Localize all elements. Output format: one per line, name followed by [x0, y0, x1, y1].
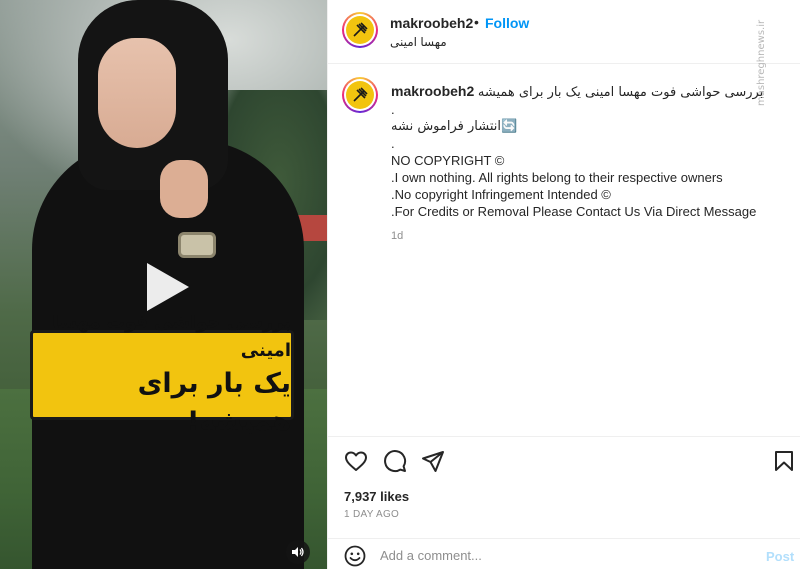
video-caption-banner: بررسی حواشی فوت مهسا امینی یک بار برای ه… — [30, 312, 294, 437]
comment-icon — [384, 450, 407, 473]
fork-logo-icon — [353, 87, 368, 102]
post-panel: makroobeh2 • Follow مهسا امینی mashreghn… — [327, 0, 800, 569]
header-location[interactable]: مهسا امینی — [390, 35, 447, 49]
comment-button[interactable] — [383, 449, 407, 473]
caption-line-dot2: . — [391, 136, 395, 151]
caption-line-share: انتشار فراموش نشه🔄 — [391, 119, 518, 134]
likes-count[interactable]: 7,937 likes — [344, 489, 409, 504]
video-caption-line2: یک بار برای همیشه! — [137, 368, 291, 437]
follow-button[interactable]: Follow — [485, 15, 529, 31]
fork-logo-icon — [353, 22, 368, 37]
caption-line-credits: .For Credits or Removal Please Contact U… — [391, 204, 757, 219]
save-button[interactable] — [772, 449, 796, 473]
header-username[interactable]: makroobeh2 — [390, 15, 473, 31]
comment-input[interactable] — [380, 544, 740, 566]
post-actions: 7,937 likes 1 DAY AGO — [328, 436, 800, 554]
caption-line-own: .I own nothing. All rights belong to the… — [391, 170, 723, 185]
caption-line-dot1: . — [391, 102, 395, 117]
header-separator: • — [474, 14, 479, 30]
video-caption-line1: بررسی حواشی فوت مهسا امینی — [52, 312, 291, 361]
video-figure-hand — [160, 160, 208, 218]
share-button[interactable] — [421, 449, 445, 473]
caption-timestamp[interactable]: 1d — [391, 228, 751, 245]
caption-line-copyright: NO COPYRIGHT © — [391, 153, 505, 168]
speaker-icon — [292, 547, 304, 557]
caption-text: makroobeh2 بررسی حواشی فوت مهسا امینی یک… — [391, 83, 763, 245]
post-comment-button[interactable]: Post — [766, 549, 794, 564]
heart-icon — [345, 451, 367, 471]
caption-section: makroobeh2 بررسی حواشی فوت مهسا امینی یک… — [328, 65, 800, 435]
caption-avatar[interactable] — [342, 77, 378, 113]
caption-title: بررسی حواشی فوت مهسا امینی یک بار برای ه… — [477, 85, 764, 100]
avatar[interactable] — [342, 12, 378, 48]
post-date: 1 DAY AGO — [344, 509, 400, 520]
emoji-button[interactable] — [344, 545, 366, 567]
mute-button[interactable] — [286, 540, 310, 564]
smiley-icon — [344, 545, 366, 567]
video-figure-face — [98, 38, 176, 148]
post-header: makroobeh2 • Follow مهسا امینی — [328, 0, 800, 64]
caption-username[interactable]: makroobeh2 — [391, 83, 474, 99]
caption-line-infringe: .No copyright Infringement Intended © — [391, 187, 611, 202]
bookmark-icon — [775, 451, 793, 471]
like-button[interactable] — [344, 449, 368, 473]
post-video[interactable]: بررسی حواشی فوت مهسا امینی یک بار برای ه… — [0, 0, 327, 569]
comment-bar: Post — [328, 538, 800, 569]
paper-plane-icon — [422, 451, 444, 472]
